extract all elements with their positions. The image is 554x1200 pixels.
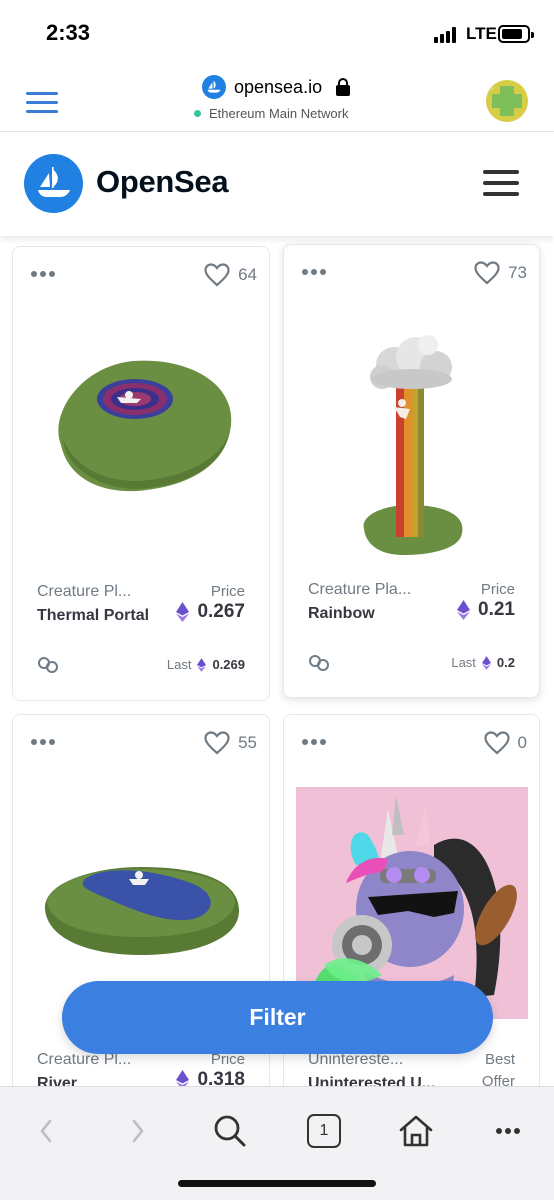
heart-icon: [483, 731, 510, 755]
price-value: 0.267: [197, 601, 245, 622]
status-bar: 2:33 LTE: [0, 0, 554, 64]
last-sale: Last 0.269: [167, 657, 245, 672]
favorite-button[interactable]: 0: [483, 731, 527, 755]
main-menu-button[interactable]: [483, 170, 519, 196]
best-offer-label-line2: Offer: [481, 1073, 515, 1086]
heart-icon: [204, 731, 230, 755]
favorite-button[interactable]: 55: [204, 731, 257, 755]
network-name: Ethereum Main Network: [209, 106, 349, 121]
more-horizontal-icon: [496, 1128, 520, 1134]
asset-image: [13, 307, 269, 567]
ethereum-icon: [197, 657, 207, 672]
asset-name[interactable]: River: [37, 1075, 77, 1086]
search-icon: [214, 1115, 246, 1147]
last-sale-value: 0.269: [212, 657, 245, 672]
home-icon: [399, 1115, 433, 1147]
heart-icon: [204, 263, 230, 287]
chain-link-icon: [38, 657, 58, 673]
more-options-icon[interactable]: [302, 269, 326, 275]
last-sale-label: Last: [451, 655, 476, 670]
price: 0.318: [176, 1069, 245, 1086]
price: 0.267: [176, 601, 245, 623]
battery-icon: [498, 25, 534, 43]
price: 0.21: [457, 599, 515, 621]
network-type-label: LTE: [466, 24, 497, 43]
url-display[interactable]: opensea.io: [202, 74, 351, 100]
best-offer-label: Best: [484, 1051, 515, 1068]
asset-card[interactable]: 64 Creature Pl... Thermal Portal Price 0…: [12, 246, 270, 701]
filter-button[interactable]: Filter: [62, 981, 493, 1054]
favorite-count: 0: [517, 733, 527, 752]
price-value: 0.21: [478, 599, 515, 620]
lock-icon: [336, 78, 351, 96]
asset-image: [284, 305, 539, 565]
search-button[interactable]: [210, 1111, 250, 1151]
ethereum-icon: [481, 655, 491, 670]
price-value: 0.318: [197, 1069, 245, 1086]
tab-count: 1: [307, 1114, 341, 1148]
asset-name[interactable]: Uninterested U...: [308, 1075, 435, 1086]
status-time: 2:33: [46, 20, 91, 45]
more-options-icon[interactable]: [31, 739, 55, 745]
favorite-button[interactable]: 73: [474, 261, 527, 285]
network-status-dot: [194, 110, 201, 117]
brand-name[interactable]: OpenSea: [96, 164, 229, 200]
account-avatar[interactable]: [486, 80, 528, 122]
opensea-header: OpenSea: [0, 132, 554, 236]
opensea-favicon-icon: [202, 75, 226, 99]
chevron-left-icon: [40, 1119, 52, 1143]
favorite-count: 73: [508, 263, 527, 282]
more-options-icon[interactable]: [302, 739, 326, 745]
back-button[interactable]: [30, 1111, 62, 1151]
heart-icon: [474, 261, 500, 285]
ethereum-icon: [176, 1070, 190, 1086]
wallet-browser-bar: opensea.io Ethereum Main Network: [0, 64, 554, 132]
opensea-logo-icon[interactable]: [24, 154, 83, 213]
home-indicator[interactable]: [178, 1180, 376, 1187]
network-indicator: Ethereum Main Network: [194, 106, 348, 121]
ethereum-icon: [176, 602, 190, 622]
favorite-count: 55: [238, 733, 257, 752]
forward-button[interactable]: [122, 1111, 154, 1151]
chevron-right-icon: [132, 1119, 144, 1143]
asset-name[interactable]: Rainbow: [308, 605, 375, 623]
more-menu-button[interactable]: [490, 1111, 526, 1151]
more-options-icon[interactable]: [31, 271, 55, 277]
home-button[interactable]: [396, 1111, 436, 1151]
asset-grid: 64 Creature Pl... Thermal Portal Price 0…: [0, 236, 554, 1086]
tabs-button[interactable]: 1: [304, 1111, 344, 1151]
last-sale: Last 0.2: [451, 655, 515, 670]
wallet-menu-button[interactable]: [26, 92, 58, 114]
url-text: opensea.io: [234, 76, 323, 97]
last-sale-label: Last: [166, 657, 192, 672]
collection-name[interactable]: Creature Pl...: [37, 583, 131, 601]
price-label: Price: [210, 583, 245, 600]
favorite-button[interactable]: 64: [204, 263, 257, 287]
last-sale-value: 0.2: [496, 655, 515, 670]
cellular-signal-icon: [434, 27, 460, 43]
collection-name[interactable]: Creature Pla...: [308, 581, 411, 599]
asset-card[interactable]: 73 Creature Pla... Rainbow Price 0.21 La…: [283, 244, 540, 698]
chain-link-icon: [309, 655, 329, 671]
ethereum-icon: [457, 600, 471, 620]
asset-name[interactable]: Thermal Portal: [37, 607, 149, 625]
favorite-count: 64: [238, 265, 257, 284]
price-label: Price: [480, 581, 515, 598]
